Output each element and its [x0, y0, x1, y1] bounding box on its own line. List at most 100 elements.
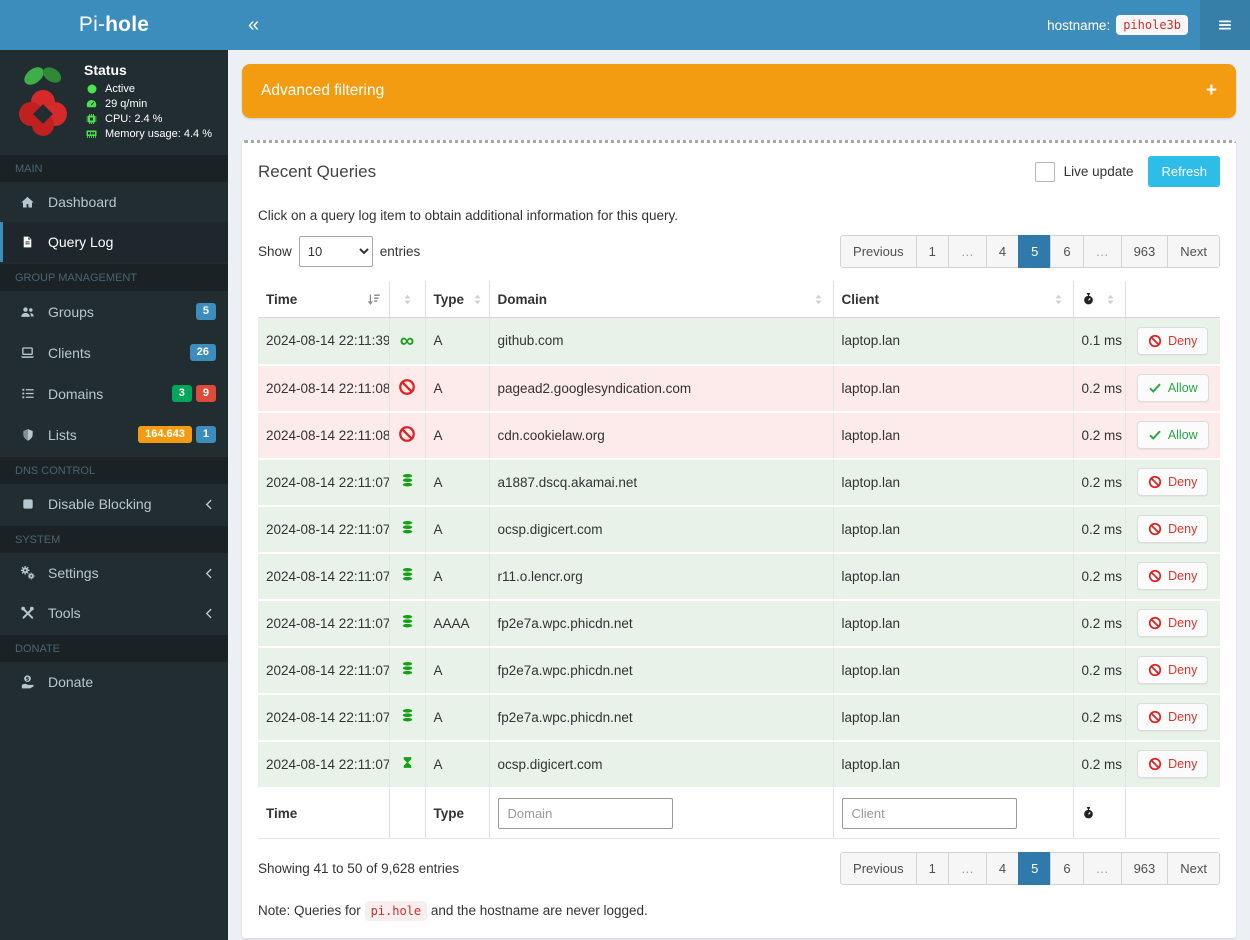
query-time: 2024-08-14 22:11:39 — [258, 317, 389, 366]
sidebar: Pi-hole Status Active 29 q/min CPU: 2.4 % M… — [0, 0, 228, 940]
badge-blue: 1 — [195, 426, 216, 443]
entries-label: entries — [379, 244, 421, 259]
sidebar-item-donate[interactable]: $ Donate — [0, 662, 228, 702]
page-size-select[interactable]: 10 — [298, 236, 373, 267]
page-button-1[interactable]: 1 — [915, 235, 949, 268]
query-status — [388, 458, 425, 507]
page-button-6[interactable]: 6 — [1050, 851, 1084, 885]
query-action: Deny — [1124, 458, 1220, 507]
column-header-domain[interactable]: Domain — [488, 281, 833, 318]
database-icon — [400, 707, 415, 724]
live-update-label: Live update — [1063, 164, 1134, 179]
sort-icon — [1104, 292, 1117, 307]
hourglass-icon — [401, 754, 414, 771]
brand-pre: Pi- — [78, 13, 106, 36]
query-row[interactable]: 2024-08-14 22:11:07 Aa1887.dscq.akamai.ne… — [258, 458, 1220, 507]
page-button-4[interactable]: 4 — [985, 851, 1020, 885]
column-header-time[interactable]: Time — [258, 281, 389, 318]
page-button-5[interactable]: 5 — [1018, 235, 1052, 268]
query-row[interactable]: 2024-08-14 22:11:07 Afp2e7a.wpc.phicdn.ne… — [258, 646, 1220, 695]
query-row[interactable]: 2024-08-14 22:11:08 Apagead2.googlesyndic… — [258, 364, 1220, 413]
page-button-previous[interactable]: Previous — [840, 851, 917, 885]
sidebar-item-settings[interactable]: Settings — [0, 553, 228, 593]
deny-button[interactable]: Deny — [1137, 656, 1209, 684]
query-row[interactable]: 2024-08-14 22:11:07 Ar11.o.lencr.org lapto… — [258, 552, 1220, 601]
sidebar-item-dashboard[interactable]: Dashboard — [0, 182, 228, 222]
page-button-previous[interactable]: Previous — [840, 235, 917, 268]
sidebar-item-disable-blocking[interactable]: Disable Blocking — [0, 484, 228, 524]
page-ellipsis: … — [947, 235, 987, 268]
domain-filter-input[interactable] — [497, 797, 673, 829]
menu-toggle-button[interactable] — [1200, 0, 1250, 50]
client-filter-input[interactable] — [841, 797, 1017, 829]
live-update-checkbox[interactable] — [1034, 161, 1055, 182]
query-reply-time: 0.2 ms — [1072, 458, 1125, 507]
sidebar-item-label: Domains — [48, 385, 104, 402]
query-type: A — [424, 505, 489, 554]
query-type: A — [424, 693, 489, 742]
ban-small-icon — [1148, 569, 1162, 583]
deny-button[interactable]: Deny — [1137, 562, 1209, 590]
check-icon — [1148, 428, 1162, 442]
query-log-hint: Click on a query log item to obtain addi… — [258, 208, 678, 223]
page-button-5[interactable]: 5 — [1018, 851, 1052, 885]
deny-button[interactable]: Deny — [1137, 468, 1209, 496]
query-domain: ocsp.digicert.com — [488, 505, 833, 554]
sidebar-item-groups[interactable]: Groups 5 — [0, 291, 228, 332]
query-time: 2024-08-14 22:11:07 — [258, 693, 389, 742]
query-reply-time: 0.2 ms — [1072, 505, 1125, 554]
query-reply-time: 0.1 ms — [1072, 317, 1125, 366]
sidebar-collapse-button[interactable]: « — [228, 0, 279, 50]
chevron-left-icon — [203, 607, 216, 620]
query-row[interactable]: 2024-08-14 22:11:07 Aocsp.digicert.com lap… — [258, 740, 1220, 789]
status-item-cpu-2-4: CPU: 2.4 % — [84, 113, 212, 125]
deny-button[interactable]: Deny — [1137, 703, 1209, 731]
query-status — [388, 505, 425, 554]
deny-button[interactable]: Deny — [1137, 609, 1209, 637]
allow-button[interactable]: Allow — [1136, 421, 1209, 449]
query-status — [388, 599, 425, 648]
ban-small-icon — [1148, 757, 1162, 771]
query-row[interactable]: 2024-08-14 22:11:39 ∞ Agithub.com laptop.la… — [258, 317, 1220, 366]
query-row[interactable]: 2024-08-14 22:11:07 AAAA fp2e7a.wpc.phicdn… — [258, 599, 1220, 648]
allow-button[interactable]: Allow — [1136, 374, 1209, 402]
deny-button[interactable]: Deny — [1137, 750, 1209, 778]
deny-button[interactable]: Deny — [1137, 326, 1209, 355]
page-button-6[interactable]: 6 — [1050, 235, 1084, 268]
shield-icon — [18, 427, 37, 443]
query-type: A — [424, 317, 489, 366]
badge-green: 3 — [171, 385, 192, 402]
query-client: laptop.lan — [832, 505, 1073, 554]
sidebar-item-tools[interactable]: Tools — [0, 593, 228, 633]
query-domain: github.com — [488, 317, 833, 366]
query-reply-time: 0.2 ms — [1072, 411, 1125, 460]
page-button-next[interactable]: Next — [1167, 235, 1220, 268]
query-type: A — [424, 646, 489, 695]
query-row[interactable]: 2024-08-14 22:11:07 Aocsp.digicert.com lap… — [258, 505, 1220, 554]
refresh-button[interactable]: Refresh — [1148, 156, 1220, 187]
page-button-1[interactable]: 1 — [915, 851, 949, 885]
page-button-963[interactable]: 963 — [1120, 235, 1169, 268]
chevron-left-icon — [203, 567, 216, 580]
sidebar-item-lists[interactable]: Lists 164.643 1 — [0, 414, 228, 455]
query-reply-time: 0.2 ms — [1072, 552, 1125, 601]
page-button-4[interactable]: 4 — [985, 235, 1020, 268]
deny-button[interactable]: Deny — [1137, 515, 1209, 543]
query-row[interactable]: 2024-08-14 22:11:08 Acdn.cookielaw.org lap… — [258, 411, 1220, 460]
hostname-display: hostname: pihole3b — [1047, 15, 1188, 35]
advanced-filtering-header[interactable]: Advanced filtering + — [242, 64, 1236, 118]
sidebar-item-clients[interactable]: Clients 26 — [0, 332, 228, 373]
sort-desc-icon — [366, 292, 381, 307]
sidebar-item-domains[interactable]: Domains 3 9 — [0, 373, 228, 414]
query-row[interactable]: 2024-08-14 22:11:07 Afp2e7a.wpc.phicdn.ne… — [258, 693, 1220, 742]
ban-small-icon — [1148, 710, 1162, 724]
column-header-reply-time[interactable] — [1072, 281, 1125, 318]
page-button-next[interactable]: Next — [1167, 851, 1220, 885]
column-header-status[interactable] — [388, 281, 425, 318]
sort-icon — [812, 292, 825, 307]
column-header-client[interactable]: Client — [832, 281, 1073, 318]
badge-blue: 26 — [189, 344, 216, 361]
column-header-type[interactable]: Type — [424, 281, 489, 318]
page-button-963[interactable]: 963 — [1120, 851, 1169, 885]
sidebar-item-query-log[interactable]: Query Log — [0, 222, 228, 262]
